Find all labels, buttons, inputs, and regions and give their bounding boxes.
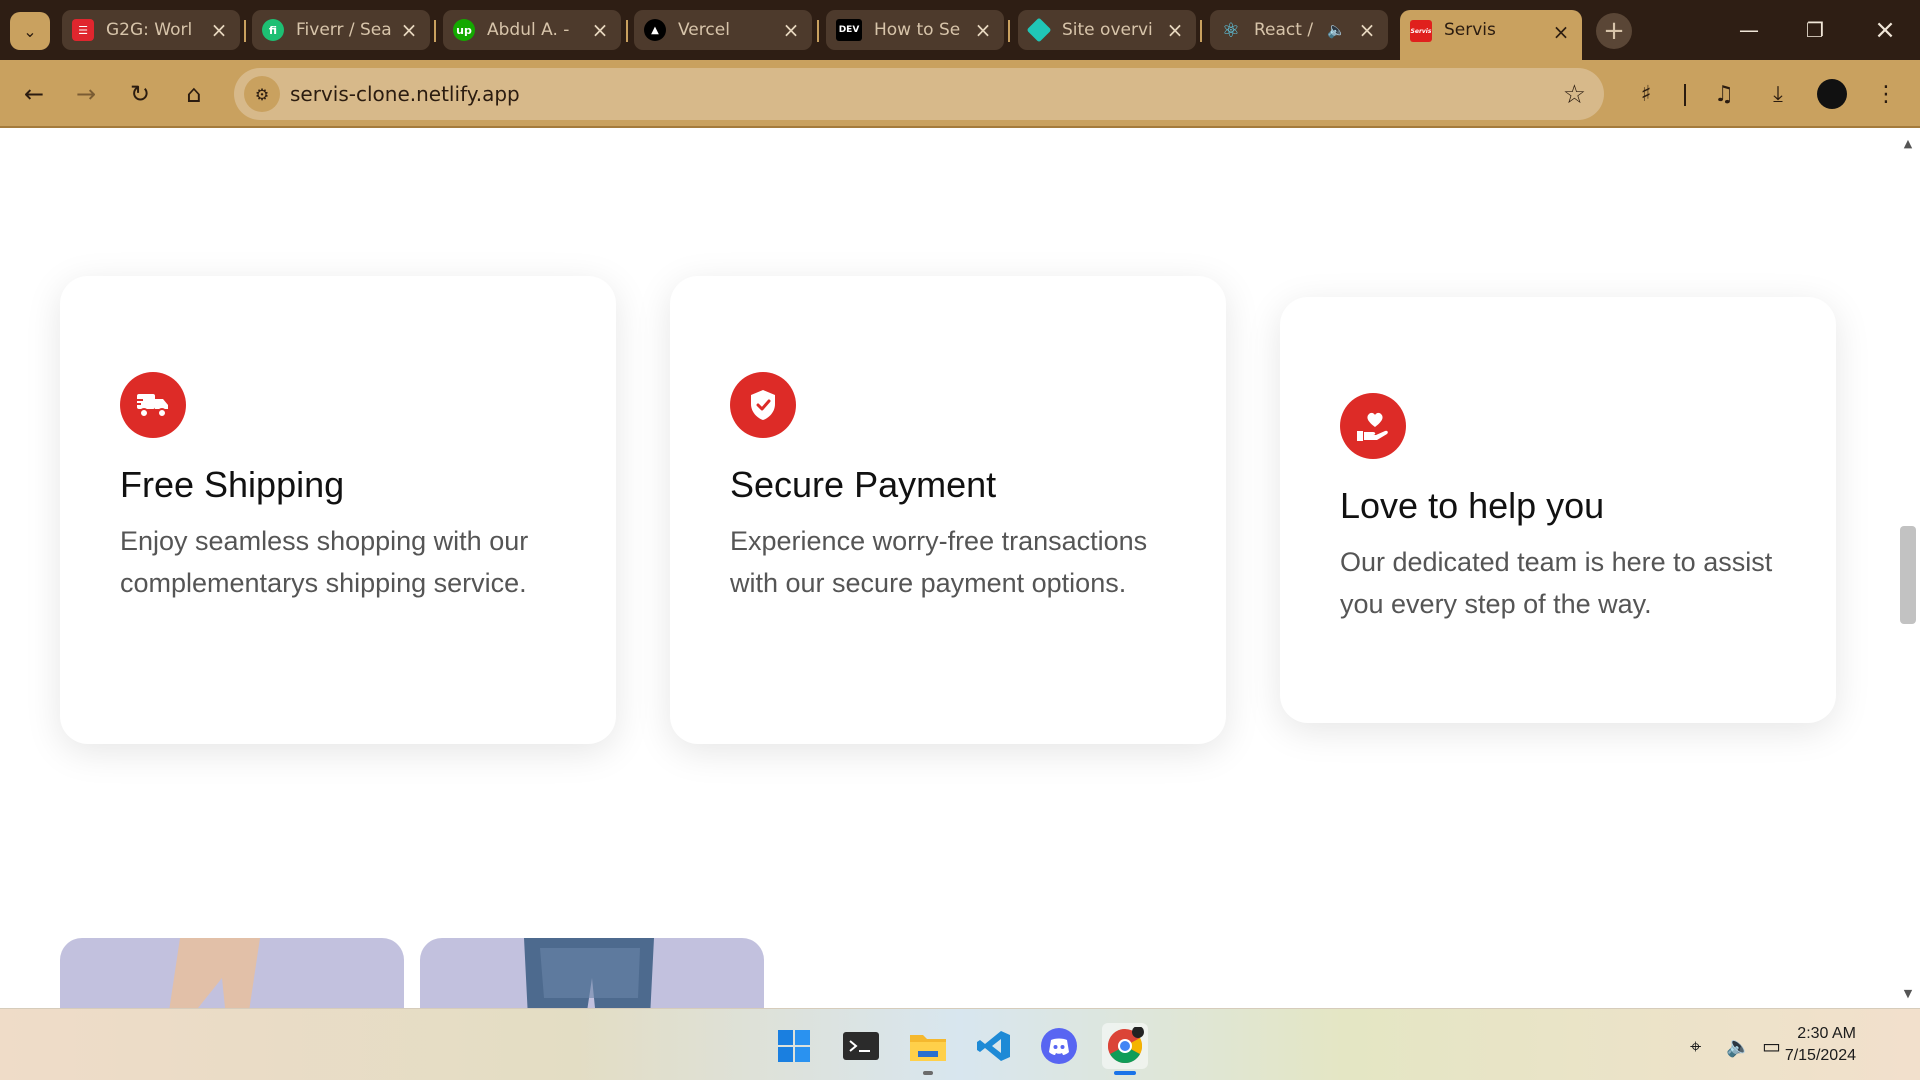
- downloads-button[interactable]: ⤓: [1760, 76, 1796, 112]
- feature-text: Our dedicated team is here to assist you…: [1340, 547, 1773, 619]
- taskbar: ⌖ 🔈 ▭ 2:30 AM 7/15/2024: [0, 1008, 1920, 1080]
- truck-icon: [120, 372, 186, 438]
- g2g-icon: ☰: [72, 19, 94, 41]
- clock-date: 7/15/2024: [1784, 1047, 1856, 1064]
- close-icon[interactable]: ×: [1164, 18, 1186, 42]
- chevron-down-icon: ⌄: [23, 21, 37, 41]
- reload-button[interactable]: ↻: [120, 74, 160, 114]
- product-thumbnail[interactable]: [420, 938, 764, 1008]
- tab-dev[interactable]: DEV How to Se ×: [826, 10, 1004, 50]
- chrome-icon[interactable]: [1102, 1023, 1148, 1069]
- windows-start-icon[interactable]: [771, 1023, 817, 1069]
- discord-icon[interactable]: [1036, 1023, 1082, 1069]
- shield-check-icon: [730, 372, 796, 438]
- download-icon: ⤓: [1773, 81, 1783, 107]
- battery-icon[interactable]: ▭: [1762, 1034, 1781, 1058]
- close-icon: ×: [1874, 15, 1896, 45]
- browser-toolbar: ← → ↻ ⌂ ⚙ servis-clone.netlify.app ☆ ♯ ♫…: [0, 60, 1920, 128]
- product-image: [524, 938, 654, 1008]
- new-tab-button[interactable]: +: [1596, 13, 1632, 49]
- feature-title: Free Shipping: [120, 464, 345, 505]
- netlify-icon: [1026, 17, 1052, 43]
- home-icon: ⌂: [186, 80, 202, 108]
- scroll-down-icon[interactable]: ▼: [1902, 988, 1914, 1000]
- media-controls-button[interactable]: ♫: [1706, 76, 1742, 112]
- tab-upwork[interactable]: up Abdul A. - ×: [443, 10, 621, 50]
- avatar: [1817, 79, 1847, 109]
- upwork-icon: up: [453, 19, 475, 41]
- fiverr-icon: fi: [262, 19, 284, 41]
- tab-strip: ⌄ ☰ G2G: Worl × fi Fiverr / Sea × up Abd…: [0, 0, 1920, 60]
- page-content: Free Shipping Enjoy seamless shopping wi…: [0, 130, 1896, 1008]
- close-icon[interactable]: ×: [208, 18, 230, 42]
- home-button[interactable]: ⌂: [174, 74, 214, 114]
- profile-button[interactable]: [1814, 76, 1850, 112]
- scroll-up-icon[interactable]: ▲: [1902, 138, 1914, 150]
- close-icon[interactable]: ×: [398, 18, 420, 42]
- page-scrollbar[interactable]: ▲ ▼: [1896, 130, 1920, 1008]
- tab-search-button[interactable]: ⌄: [10, 12, 50, 50]
- menu-button[interactable]: ⋮: [1868, 76, 1904, 112]
- clock-time: 2:30 AM: [1797, 1025, 1856, 1042]
- react-icon: ⚛: [1222, 18, 1240, 42]
- tab-g2g[interactable]: ☰ G2G: Worl ×: [62, 10, 240, 50]
- tune-icon: ⚙: [254, 84, 270, 104]
- feature-text: Enjoy seamless shopping with our complem…: [120, 526, 529, 598]
- tab-netlify[interactable]: Site overvi ×: [1018, 10, 1196, 50]
- vercel-icon: ▲: [644, 19, 666, 41]
- puzzle-icon: ♯: [1640, 81, 1652, 107]
- dev-icon: DEV: [836, 19, 862, 41]
- file-explorer-icon[interactable]: [905, 1023, 951, 1069]
- back-button[interactable]: ←: [14, 74, 54, 114]
- restore-button[interactable]: ❐: [1790, 12, 1840, 48]
- restore-icon: ❐: [1806, 18, 1824, 42]
- scrollbar-thumb[interactable]: [1900, 526, 1916, 624]
- feature-card-free-shipping: Free Shipping Enjoy seamless shopping wi…: [60, 276, 616, 744]
- close-window-button[interactable]: ×: [1860, 12, 1910, 48]
- url-text[interactable]: servis-clone.netlify.app: [290, 82, 520, 106]
- wifi-icon[interactable]: ⌖: [1690, 1034, 1701, 1058]
- minimize-icon: —: [1739, 18, 1759, 42]
- tab-react[interactable]: ⚛ React / 🔈 ×: [1210, 10, 1388, 50]
- product-thumbnail[interactable]: [60, 938, 404, 1008]
- address-bar[interactable]: ⚙ servis-clone.netlify.app ☆: [234, 68, 1604, 120]
- bookmark-star-icon[interactable]: ☆: [1563, 80, 1586, 110]
- close-icon[interactable]: ×: [780, 18, 802, 42]
- more-vert-icon: ⋮: [1875, 81, 1897, 107]
- close-icon[interactable]: ×: [589, 18, 611, 42]
- vscode-icon[interactable]: [971, 1023, 1017, 1069]
- terminal-icon[interactable]: [838, 1023, 884, 1069]
- site-info-button[interactable]: ⚙: [244, 76, 280, 112]
- speaker-icon[interactable]: 🔈: [1327, 21, 1346, 39]
- music-queue-icon: ♫: [1714, 81, 1734, 107]
- reload-icon: ↻: [129, 80, 151, 108]
- tab-vercel[interactable]: ▲ Vercel ×: [634, 10, 812, 50]
- feature-card-love-to-help: Love to help you Our dedicated team is h…: [1280, 297, 1836, 723]
- arrow-right-icon: →: [75, 80, 97, 108]
- tab-fiverr[interactable]: fi Fiverr / Sea ×: [252, 10, 430, 50]
- feature-text: Experience worry-free transactions with …: [730, 526, 1148, 598]
- product-image: [169, 938, 260, 1008]
- feature-title: Secure Payment: [730, 464, 997, 505]
- close-icon[interactable]: ×: [972, 18, 994, 42]
- arrow-left-icon: ←: [23, 80, 45, 108]
- extensions-button[interactable]: ♯: [1628, 76, 1664, 112]
- heart-hand-icon: [1340, 393, 1406, 459]
- forward-button[interactable]: →: [66, 74, 106, 114]
- volume-icon[interactable]: 🔈: [1726, 1034, 1751, 1058]
- servis-icon: Servis: [1410, 20, 1432, 42]
- feature-card-secure-payment: Secure Payment Experience worry-free tra…: [670, 276, 1226, 744]
- tab-servis[interactable]: Servis Servis ×: [1400, 10, 1582, 60]
- minimize-button[interactable]: —: [1724, 12, 1774, 48]
- taskbar-clock[interactable]: 2:30 AM 7/15/2024: [1785, 1023, 1856, 1067]
- close-icon[interactable]: ×: [1356, 18, 1378, 42]
- plus-icon: +: [1603, 16, 1625, 46]
- close-icon[interactable]: ×: [1550, 20, 1572, 44]
- feature-title: Love to help you: [1340, 485, 1605, 526]
